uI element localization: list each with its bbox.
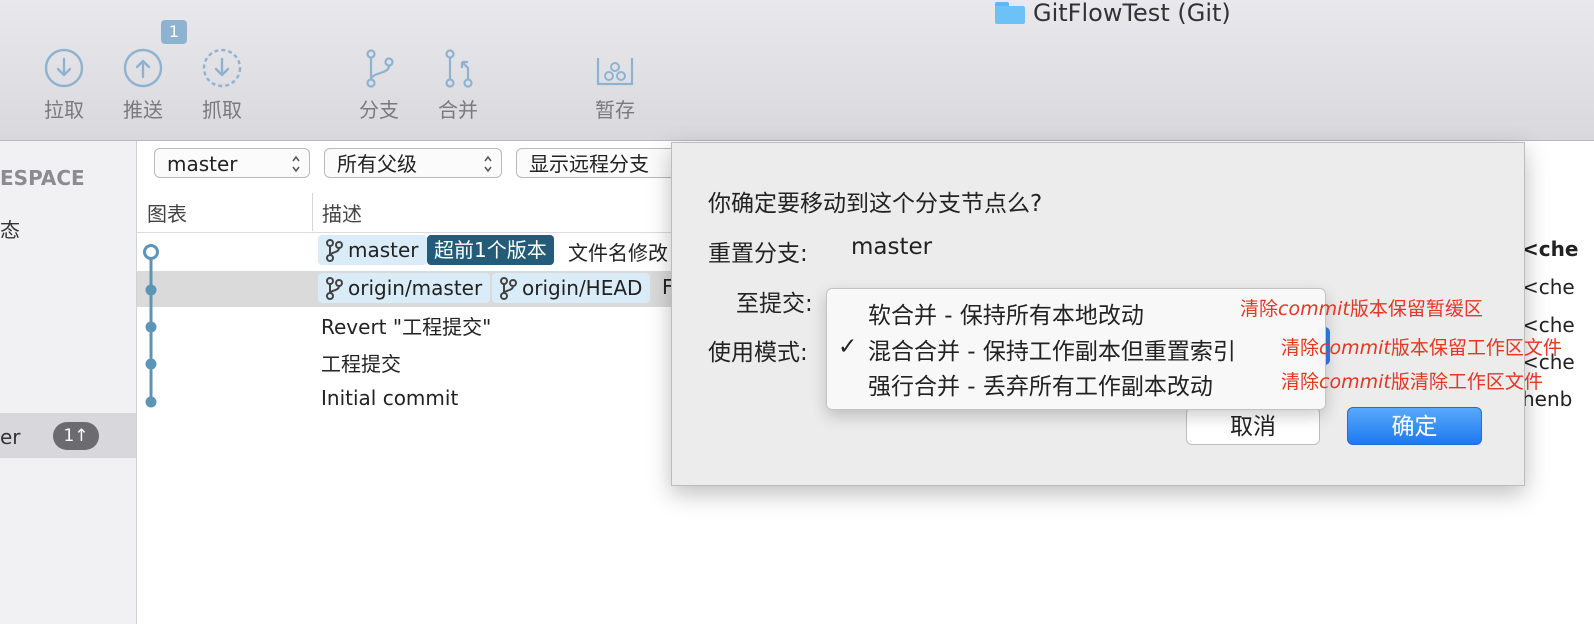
- branch-icon: [366, 49, 394, 88]
- commit-node: [145, 284, 157, 296]
- column-divider[interactable]: [312, 193, 313, 231]
- ahead-status-label: 超前1个版本: [434, 238, 547, 262]
- ok-button[interactable]: 确定: [1347, 407, 1482, 445]
- branch-button[interactable]: 分支: [344, 48, 414, 123]
- commit-node: [145, 321, 157, 333]
- commit-node-head: [143, 244, 159, 260]
- commit-description[interactable]: Revert "工程提交": [321, 311, 491, 340]
- branch-tag-label: master: [348, 238, 419, 262]
- pull-label: 拉取: [44, 98, 84, 122]
- merge-label: 合并: [438, 98, 478, 122]
- pull-button[interactable]: 拉取: [29, 48, 99, 123]
- reset-branch-value: master: [851, 234, 933, 260]
- stash-icon: [596, 58, 634, 86]
- parents-filter-select[interactable]: 所有父级: [324, 148, 502, 178]
- updown-chevron-icon: [292, 155, 300, 173]
- branch-tag-origin-head[interactable]: origin/HEAD: [492, 273, 651, 303]
- merge-button[interactable]: 合并: [423, 48, 493, 123]
- header-divider: [137, 232, 677, 233]
- ahead-count-badge: 1↑: [53, 422, 99, 450]
- remote-branch-select[interactable]: 显示远程分支: [516, 148, 686, 178]
- sidebar-section-workspace: ESPACE: [0, 166, 85, 190]
- reset-branch-label: 重置分支:: [708, 241, 808, 267]
- sidebar-item-status[interactable]: 态: [0, 214, 20, 243]
- commit-node: [145, 396, 157, 408]
- menu-item-mixed[interactable]: 混合合并 - 保持工作副本但重置索引: [868, 332, 1236, 366]
- branch-tag-master[interactable]: master: [318, 235, 427, 265]
- branch-icon: [326, 239, 343, 262]
- branch-label: 分支: [359, 98, 399, 122]
- column-header-graph[interactable]: 图表: [147, 198, 187, 227]
- annotation-mixed: 清除commit版本保留工作区文件: [1281, 337, 1562, 359]
- sidebar: [0, 141, 137, 624]
- merge-icon: [445, 49, 473, 88]
- parents-filter-value: 所有父级: [337, 152, 417, 176]
- stash-button[interactable]: 暂存: [580, 48, 650, 123]
- branch-tag-label: origin/master: [348, 276, 483, 300]
- branch-tag-label: origin/HEAD: [522, 276, 643, 300]
- ahead-status-tag: 超前1个版本: [427, 235, 554, 265]
- branch-filter-select[interactable]: master: [154, 148, 310, 178]
- mode-label: 使用模式:: [708, 340, 808, 366]
- fetch-button[interactable]: 抓取: [187, 48, 257, 123]
- push-button[interactable]: 1 推送: [108, 20, 187, 123]
- push-count-badge: 1: [161, 20, 187, 44]
- fetch-label: 抓取: [202, 98, 242, 122]
- branch-icon: [500, 277, 517, 300]
- annotation-hard: 清除commit版清除工作区文件: [1281, 371, 1543, 393]
- updown-chevron-icon: [484, 155, 492, 173]
- window-title-text: GitFlowTest (Git): [1033, 0, 1231, 27]
- fetch-icon: [202, 48, 242, 88]
- pull-icon: [44, 48, 84, 88]
- branch-tag-origin-master[interactable]: origin/master: [318, 273, 491, 303]
- dialog-question: 你确定要移动到这个分支节点么?: [708, 191, 1043, 217]
- remote-branch-value: 显示远程分支: [529, 152, 649, 176]
- push-label: 推送: [123, 98, 163, 122]
- commit-description[interactable]: 工程提交: [321, 348, 401, 377]
- column-header-description[interactable]: 描述: [322, 198, 362, 227]
- commit-description: 文件名修改: [568, 241, 668, 265]
- author-cell: <che: [1522, 275, 1575, 299]
- push-icon: [123, 48, 163, 88]
- to-commit-label: 至提交:: [736, 291, 813, 317]
- menu-item-hard[interactable]: 强行合并 - 丢弃所有工作副本改动: [868, 367, 1213, 401]
- cancel-button[interactable]: 取消: [1186, 407, 1320, 445]
- stash-label: 暂存: [595, 98, 635, 122]
- sidebar-item-label: er: [0, 425, 21, 449]
- folder-icon: [995, 2, 1025, 24]
- commit-graph: [143, 244, 159, 408]
- commit-node: [145, 358, 157, 370]
- author-cell: <che: [1522, 237, 1579, 261]
- commit-description[interactable]: Initial commit: [321, 386, 458, 410]
- menu-item-soft[interactable]: 软合并 - 保持所有本地改动: [868, 296, 1144, 330]
- checkmark-icon: ✓: [838, 334, 858, 360]
- annotation-soft: 清除commit版本保留暂缓区: [1240, 298, 1483, 320]
- branch-filter-value: master: [167, 152, 238, 176]
- branch-icon: [326, 277, 343, 300]
- window-title: GitFlowTest (Git): [995, 0, 1231, 28]
